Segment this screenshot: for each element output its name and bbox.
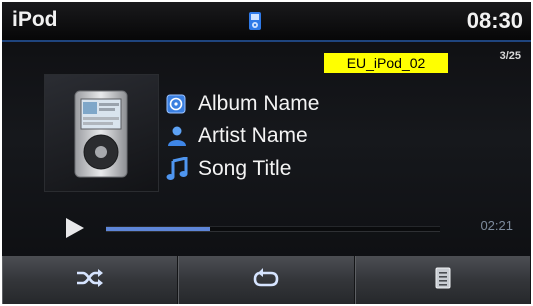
song-row: Song Title xyxy=(166,155,291,183)
album-icon xyxy=(166,92,192,116)
shuffle-button[interactable] xyxy=(2,256,179,304)
reference-label: EU_iPod_02 xyxy=(324,53,448,73)
artist-row: Artist Name xyxy=(166,122,308,150)
artist-name: Artist Name xyxy=(198,124,308,147)
elapsed-time: 02:21 xyxy=(480,218,513,233)
repeat-icon xyxy=(253,267,279,294)
status-bar: iPod 08:30 xyxy=(2,2,531,40)
list-button[interactable] xyxy=(354,256,531,304)
album-row: Album Name xyxy=(166,90,319,118)
album-name: Album Name xyxy=(198,92,320,115)
music-note-icon xyxy=(166,157,192,181)
clock: 08:30 xyxy=(466,8,523,33)
status-bar-divider xyxy=(2,40,531,42)
repeat-button[interactable] xyxy=(178,256,355,304)
song-title: Song Title xyxy=(198,157,292,180)
ipod-screen: iPod 08:30 EU_iPod_02 3/25 Album Name Ar… xyxy=(2,2,531,304)
app-title: iPod xyxy=(12,8,58,31)
album-art xyxy=(44,74,159,192)
progress-bar[interactable] xyxy=(106,226,440,232)
ipod-classic-icon xyxy=(74,90,128,178)
track-count: 3/25 xyxy=(499,50,521,62)
list-icon xyxy=(435,267,451,294)
ipod-device-icon xyxy=(248,11,262,31)
progress-fill xyxy=(106,227,210,231)
control-button-bar xyxy=(2,254,531,304)
shuffle-icon xyxy=(75,268,105,292)
play-icon[interactable] xyxy=(64,216,86,245)
artist-icon xyxy=(166,124,192,148)
